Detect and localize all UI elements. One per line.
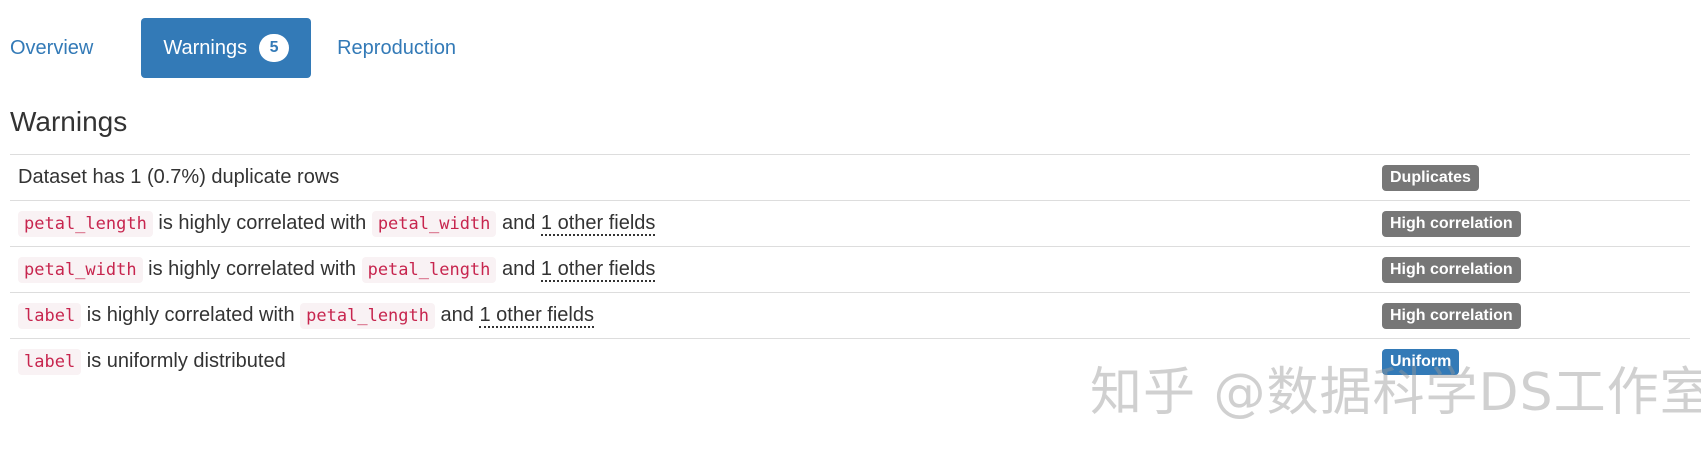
warning-text: is highly correlated with: [81, 304, 301, 326]
warnings-table-body: Dataset has 1 (0.7%) duplicate rows Dupli…: [10, 154, 1690, 385]
warning-text: is uniformly distributed: [81, 350, 286, 372]
warning-label-cell: Uniform: [1374, 339, 1690, 385]
warning-row: label is uniformly distributed Uniform: [10, 338, 1690, 385]
warning-text: is highly correlated with: [152, 212, 372, 234]
warning-message: label is highly correlated with petal_le…: [10, 293, 1374, 339]
field-name-code: petal_width: [371, 211, 497, 237]
warnings-count-badge: 5: [259, 34, 290, 62]
warning-message: label is uniformly distributed: [10, 339, 1374, 385]
warning-type-badge: Duplicates: [1382, 164, 1479, 191]
field-name-code: petal_length: [18, 211, 153, 237]
warning-row: petal_length is highly correlated with p…: [10, 200, 1690, 247]
field-name-code: petal_length: [300, 303, 435, 329]
tab-overview-label: Overview: [10, 36, 94, 59]
warning-label-cell: Duplicates: [1374, 155, 1690, 201]
warning-row: label is highly correlated with petal_le…: [10, 292, 1690, 339]
warning-type-badge: High correlation: [1382, 256, 1521, 283]
tab-warnings[interactable]: Warnings 5: [141, 18, 312, 78]
warning-label-cell: High correlation: [1374, 293, 1690, 339]
warning-text: and: [496, 212, 541, 234]
other-fields-link[interactable]: 1 other fields: [540, 258, 656, 282]
warning-text: and: [435, 304, 480, 326]
tab-bar: Overview Warnings 5 Reproduction: [0, 18, 478, 78]
warning-message: petal_length is highly correlated with p…: [10, 201, 1374, 247]
warning-label-cell: High correlation: [1374, 201, 1690, 247]
section-title: Warnings: [10, 106, 128, 137]
tab-reproduction-label: Reproduction: [337, 36, 457, 59]
tab-overview[interactable]: Overview: [0, 18, 115, 78]
warning-type-badge: High correlation: [1382, 302, 1521, 329]
other-fields-link[interactable]: 1 other fields: [540, 212, 656, 236]
warning-type-badge: High correlation: [1382, 210, 1521, 237]
warning-message: Dataset has 1 (0.7%) duplicate rows: [10, 155, 1374, 201]
field-name-code: petal_width: [18, 257, 143, 283]
warning-text: is highly correlated with: [142, 258, 362, 280]
field-name-code: label: [18, 349, 82, 375]
warning-text: Dataset has 1 (0.7%) duplicate rows: [18, 166, 340, 188]
warning-message: petal_width is highly correlated with pe…: [10, 247, 1374, 293]
field-name-code: label: [18, 303, 82, 329]
tab-reproduction[interactable]: Reproduction: [315, 18, 478, 78]
other-fields-link[interactable]: 1 other fields: [479, 304, 594, 328]
warning-label-cell: High correlation: [1374, 247, 1690, 293]
field-name-code: petal_length: [361, 257, 497, 283]
warning-text: and: [496, 258, 541, 280]
warning-row: petal_width is highly correlated with pe…: [10, 246, 1690, 293]
tab-warnings-label: Warnings: [163, 36, 248, 59]
warnings-table: Dataset has 1 (0.7%) duplicate rows Dupli…: [10, 154, 1690, 384]
warning-type-badge: Uniform: [1382, 348, 1460, 375]
warning-row: Dataset has 1 (0.7%) duplicate rows Dupli…: [10, 154, 1690, 201]
